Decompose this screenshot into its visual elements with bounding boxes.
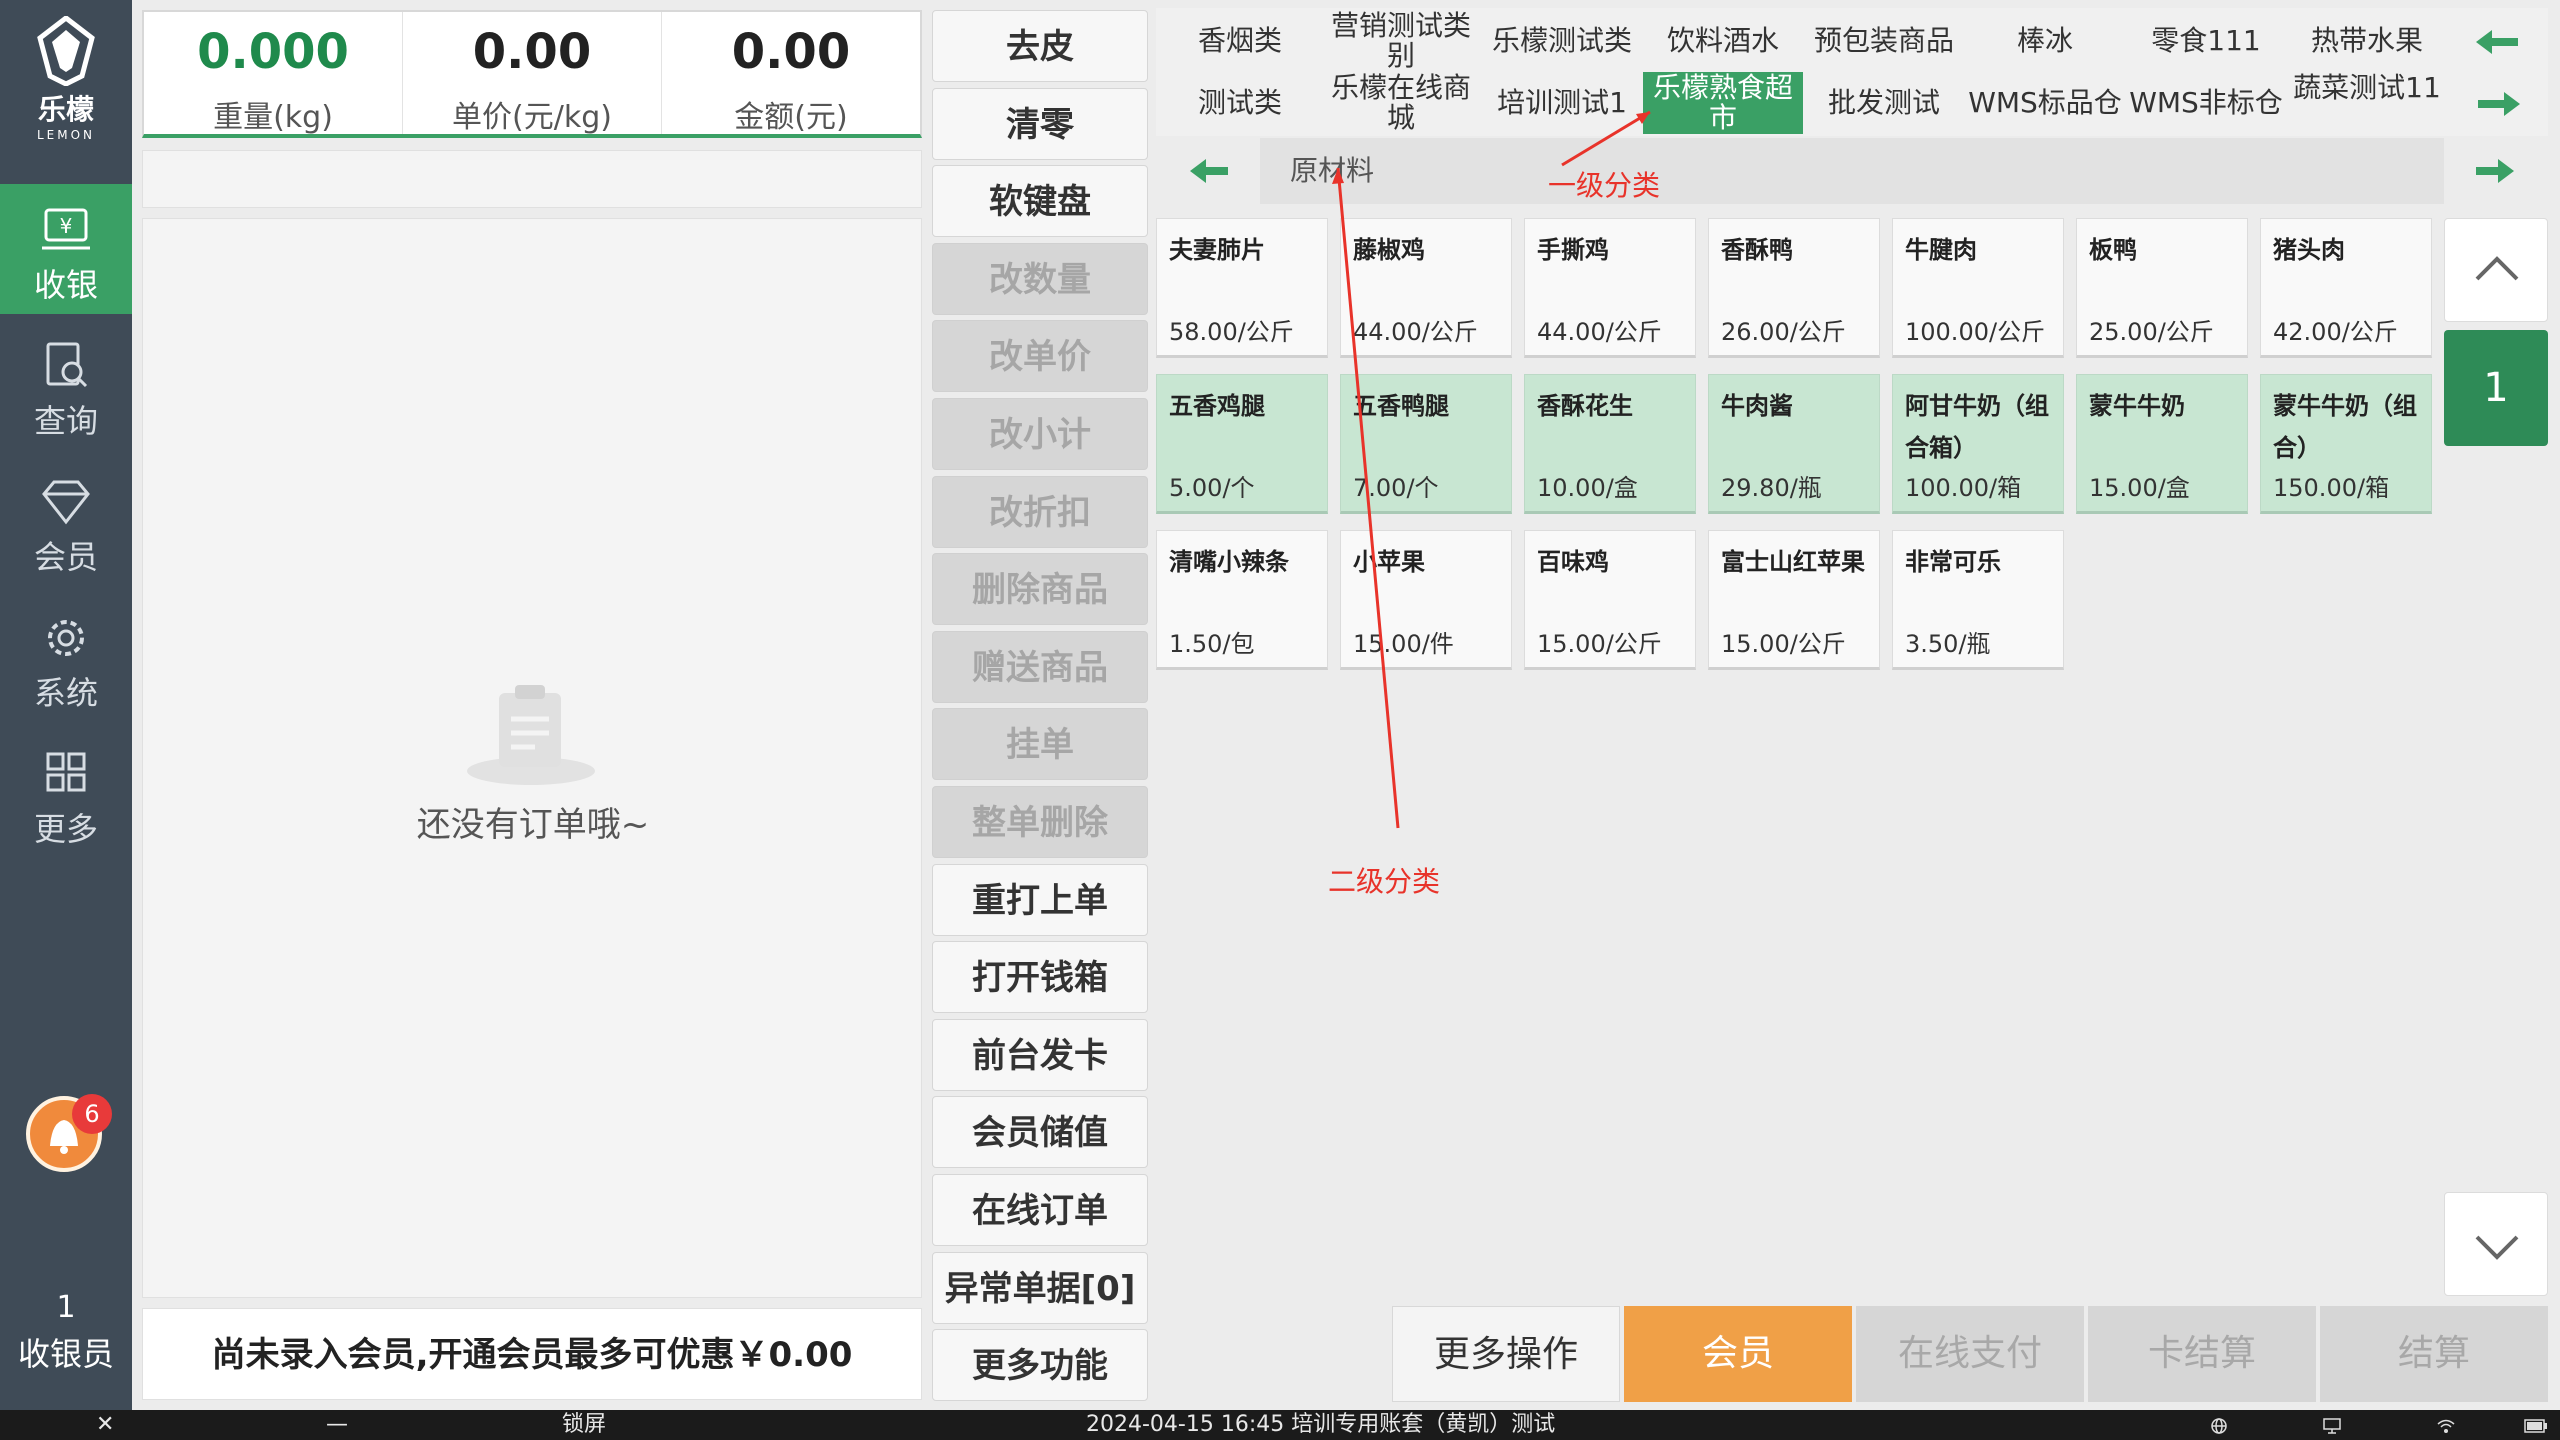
wifi-icon [2437, 1419, 2455, 1433]
second-level-arrow-head [1332, 168, 1344, 184]
second-level-arrow-line [1336, 167, 1400, 829]
battery-icon [2524, 1419, 2547, 1433]
second-level-annotation: 二级分类 [1328, 865, 1441, 898]
minimize-icon[interactable]: — [326, 1410, 348, 1440]
lock-screen-button[interactable]: 锁屏 [562, 1410, 606, 1440]
session-info: 2024-04-15 16:45 培训专用账套（黄凯）测试 [1086, 1412, 1556, 1437]
first-level-arrow-line [1561, 110, 1651, 167]
annotation-overlay [1332, 110, 1651, 829]
first-level-annotation: 一级分类 [1548, 169, 1661, 202]
globe-icon [2211, 1418, 2227, 1434]
close-icon[interactable]: ✕ [96, 1410, 114, 1440]
monitor-icon [2323, 1418, 2341, 1434]
status-bar: ✕ — 锁屏 2024-04-15 16:45 培训专用账套（黄凯）测试 [0, 1410, 2560, 1440]
